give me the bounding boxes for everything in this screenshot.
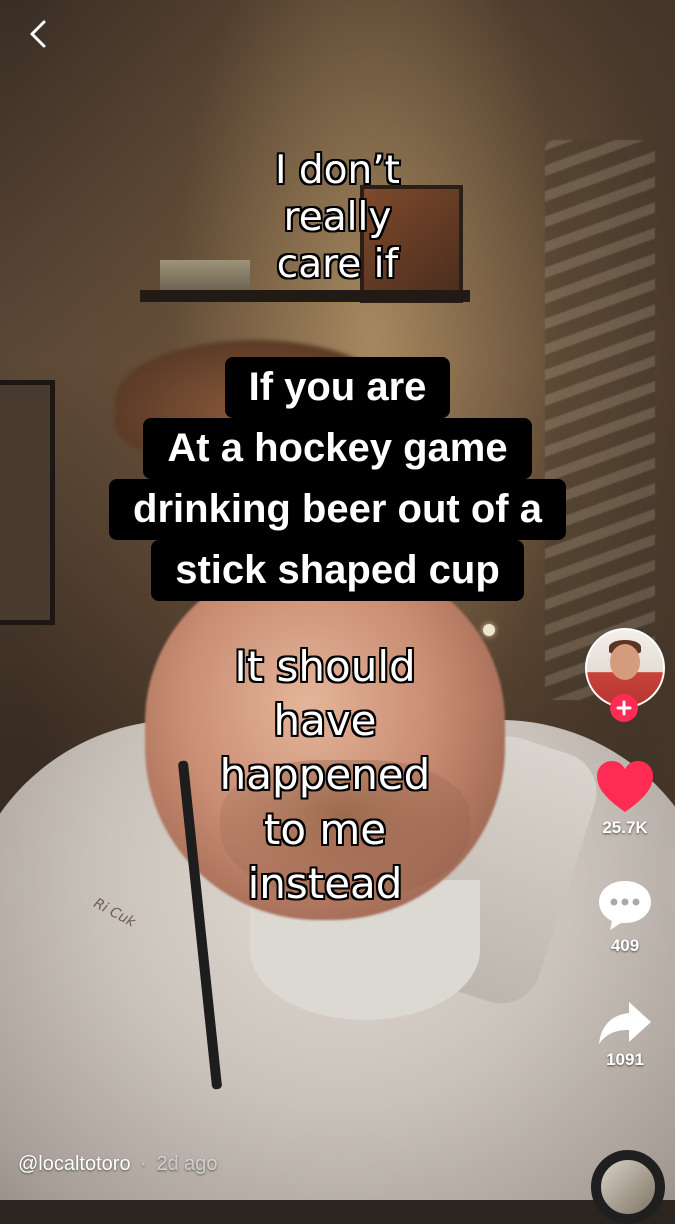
overlay-line: drinking beer out of a	[109, 479, 566, 540]
heart-icon	[597, 761, 653, 812]
comment-button[interactable]: 409	[596, 878, 654, 956]
caption-line: to me	[263, 804, 387, 854]
share-arrow-icon	[599, 1002, 651, 1044]
follow-button[interactable]	[610, 694, 638, 722]
sound-disc[interactable]	[591, 1150, 665, 1224]
post-time: 2d ago	[156, 1153, 218, 1175]
share-button[interactable]: 1091	[597, 1000, 653, 1070]
overlay-line: stick shaped cup	[151, 540, 524, 601]
caption-line: I don’t	[275, 148, 400, 193]
comment-count: 409	[610, 936, 640, 955]
video-caption-bottom: It should have happened to me instead	[0, 640, 650, 911]
creator-avatar[interactable]	[585, 628, 665, 724]
overlay-text: If you are At a hockey game drinking bee…	[0, 357, 675, 601]
overlay-line: At a hockey game	[143, 418, 532, 479]
caption-line: instead	[247, 858, 403, 908]
post-meta: @localtotoro · 2d ago	[18, 1153, 218, 1176]
back-button[interactable]	[16, 12, 60, 56]
username-link[interactable]: @localtotoro	[18, 1153, 131, 1175]
share-count: 1091	[606, 1050, 644, 1069]
like-count: 25.7K	[602, 818, 648, 837]
comment-bubble-icon	[599, 881, 651, 930]
caption-line: have	[273, 696, 377, 746]
caption-line: It should	[234, 642, 416, 691]
caption-line: really	[283, 194, 392, 240]
meta-separator: ·	[140, 1153, 147, 1175]
like-button[interactable]: 25.7K	[595, 760, 655, 838]
caption-line: care if	[276, 241, 399, 287]
wall-shelf	[140, 290, 470, 302]
caption-line: happened	[219, 750, 431, 800]
earring	[483, 624, 495, 636]
chevron-left-icon	[30, 20, 46, 48]
action-rail: 25.7K 409 1091	[585, 628, 665, 1070]
overlay-line: If you are	[224, 357, 451, 418]
video-caption-top: I don’t really care if	[0, 148, 675, 288]
plus-icon	[616, 700, 632, 716]
avatar-head	[610, 644, 640, 680]
